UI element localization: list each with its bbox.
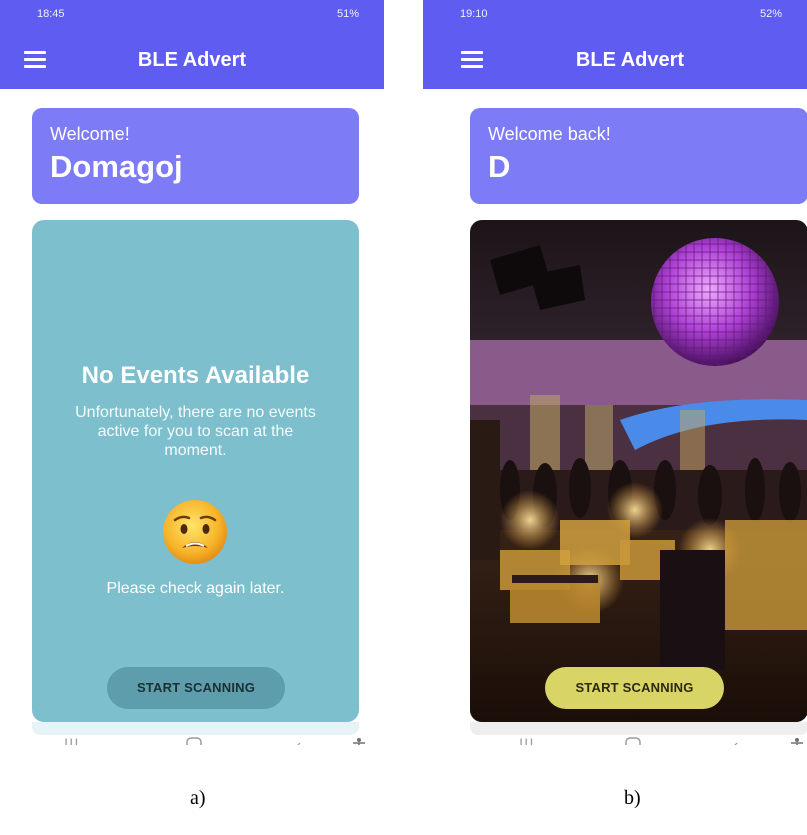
user-name: D — [488, 149, 511, 184]
recents-icon[interactable]: ||| — [64, 737, 79, 745]
app-title: BLE Advert — [575, 49, 685, 71]
event-card[interactable]: START SCANNING — [470, 220, 807, 722]
card-bottom-strip — [470, 722, 807, 735]
check-later-message: Please check again later. — [106, 580, 285, 597]
phone-screen-b: 19:10 52% BLE Advert Welcome back! D STA… — [423, 0, 807, 745]
figure-caption-b: b) — [624, 787, 641, 809]
back-icon[interactable]: ‹ — [296, 737, 301, 745]
accessibility-icon[interactable] — [352, 737, 366, 745]
home-icon[interactable] — [186, 737, 202, 745]
no-events-card: No Events Available Unfortunately, there… — [32, 220, 359, 722]
figure-caption-a: a) — [190, 787, 206, 809]
start-scanning-button[interactable]: START SCANNING — [545, 667, 724, 709]
no-events-message: Unfortunately, there are no events activ… — [75, 404, 316, 459]
status-time: 18:45 — [37, 8, 65, 20]
accessibility-icon[interactable] — [790, 737, 804, 745]
welcome-label: Welcome! — [50, 124, 130, 144]
status-bar: 19:10 52% — [423, 0, 807, 30]
system-nav-bar: ||| ‹ — [423, 735, 807, 745]
app-title: BLE Advert — [137, 49, 247, 71]
back-icon[interactable]: ‹ — [733, 737, 738, 745]
start-scanning-button[interactable]: START SCANNING — [107, 667, 285, 709]
battery-level: 52% — [759, 8, 782, 20]
welcome-label: Welcome back! — [488, 124, 611, 144]
app-bar: BLE Advert — [0, 30, 384, 89]
welcome-card: Welcome! Domagoj — [32, 108, 359, 204]
recents-icon[interactable]: ||| — [519, 737, 534, 745]
app-bar: BLE Advert — [423, 30, 807, 89]
status-time: 19:10 — [460, 8, 488, 20]
status-bar: 18:45 51% — [0, 0, 384, 30]
card-bottom-strip — [32, 722, 359, 735]
event-image — [470, 220, 807, 722]
battery-level: 51% — [336, 8, 359, 20]
welcome-card: Welcome back! D — [470, 108, 807, 204]
no-events-title: No Events Available — [81, 362, 310, 389]
phone-screen-a: 18:45 51% BLE Advert Welcome! Domagoj No… — [0, 0, 384, 745]
user-name: Domagoj — [50, 149, 183, 184]
worried-face-icon — [163, 500, 227, 564]
system-nav-bar: ||| ‹ — [0, 735, 384, 745]
home-icon[interactable] — [625, 737, 641, 745]
